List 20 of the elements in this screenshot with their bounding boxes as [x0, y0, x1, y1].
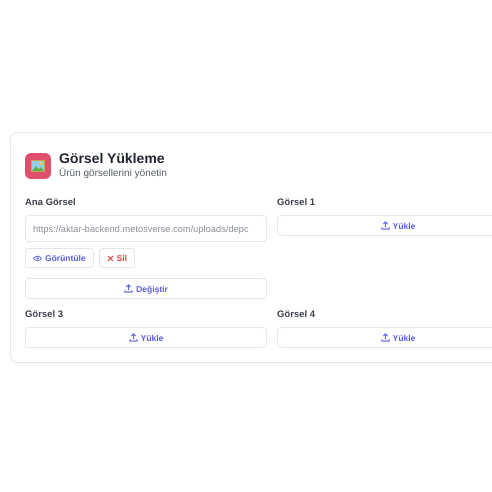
upload-button[interactable]: Yükle: [277, 215, 492, 236]
card-subtitle: Ürün görsellerini yönetin: [59, 167, 167, 181]
upload-button[interactable]: Yükle: [277, 327, 492, 348]
change-button[interactable]: Değiştir: [25, 278, 267, 299]
eye-icon: [33, 254, 42, 262]
delete-button[interactable]: Sil: [98, 248, 136, 268]
field-label: Görsel 3: [25, 309, 64, 321]
url-field[interactable]: https://aktar-backend.metosverse.com/uploads/depc: [25, 215, 267, 242]
upload-icon: [128, 333, 138, 342]
field-label: Görsel 1: [277, 197, 316, 209]
upload-icon: [380, 221, 390, 230]
close-icon: [106, 254, 114, 262]
view-button[interactable]: Görüntüle: [25, 248, 94, 268]
card-title: Görsel Yükleme: [59, 150, 166, 167]
field-label: Görsel 4: [277, 309, 316, 321]
upload-button[interactable]: Yükle: [25, 327, 267, 348]
image-icon: [25, 152, 51, 178]
upload-icon: [380, 333, 390, 342]
field-label: Ana Görsel: [25, 197, 77, 209]
upload-icon: [124, 284, 134, 293]
